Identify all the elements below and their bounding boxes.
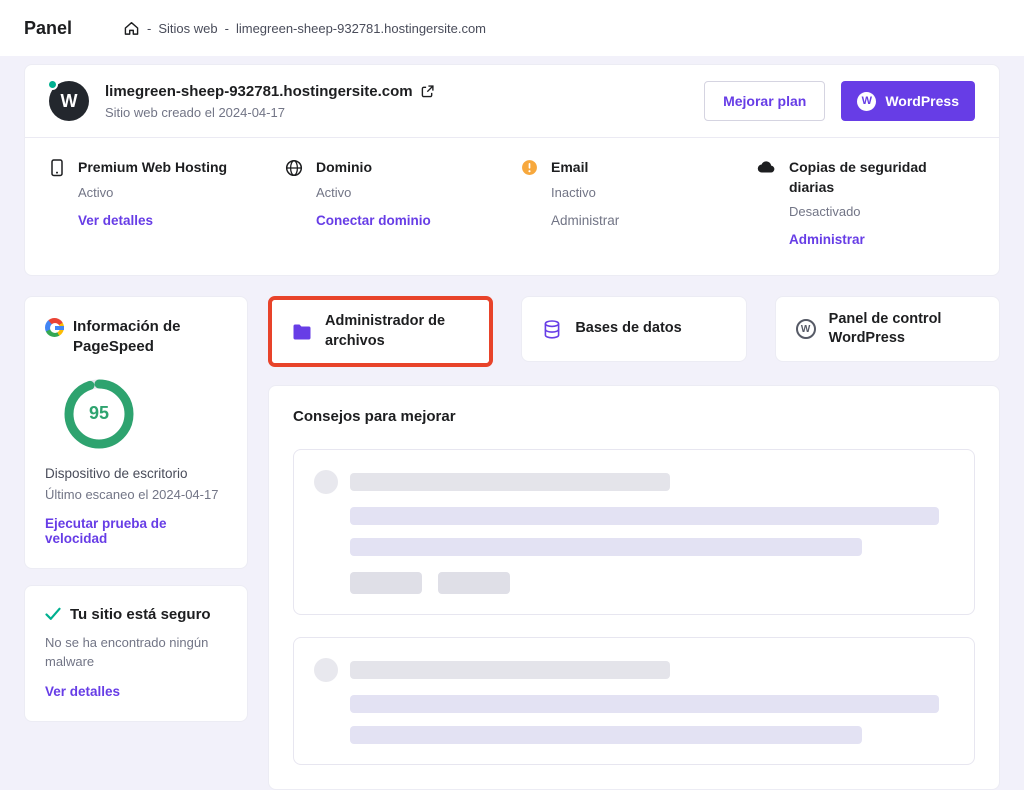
online-status-dot [47, 79, 58, 90]
external-link-icon[interactable] [421, 85, 434, 98]
security-card: Tu sitio está seguro No se ha encontrado… [24, 585, 248, 722]
annotation-highlight-box: Administrador de archivos [268, 296, 493, 367]
skeleton-line [350, 695, 939, 713]
service-action-link[interactable]: Conectar dominio [316, 213, 431, 228]
service-action-link[interactable]: Ver detalles [78, 213, 153, 228]
folder-icon [292, 323, 312, 341]
pagespeed-last-scan: Último escaneo el 2024-04-17 [45, 487, 227, 502]
skeleton-circle [314, 658, 338, 682]
check-icon [45, 607, 61, 621]
warning-icon [521, 159, 538, 176]
skeleton-circle [314, 470, 338, 494]
quick-link-label: Bases de datos [575, 319, 681, 339]
breadcrumb: - Sitios web - limegreen-sheep-932781.ho… [124, 21, 486, 36]
site-overview-card: W limegreen-sheep-932781.hostingersite.c… [24, 64, 1000, 276]
run-speed-test-link[interactable]: Ejecutar prueba de velocidad [45, 516, 227, 546]
site-avatar: W [49, 81, 89, 121]
service-hosting: Premium Web Hosting Activo Ver detalles [49, 158, 285, 249]
quick-links-row: Administrador de archivos Bases de datos [268, 296, 1000, 367]
service-action-link[interactable]: Administrar [789, 232, 865, 247]
google-icon [45, 318, 64, 337]
wordpress-icon: W [796, 319, 816, 339]
service-backups: Copias de seguridad diarias Desactivado … [757, 158, 975, 249]
tip-skeleton-item [293, 637, 975, 765]
topbar: Panel - Sitios web - limegreen-sheep-932… [0, 0, 1024, 56]
page-content: W limegreen-sheep-932781.hostingersite.c… [0, 56, 1024, 790]
page-title: Panel [24, 18, 72, 39]
service-title: Email [551, 158, 619, 178]
skeleton-line [350, 473, 670, 491]
skeleton-line [350, 507, 939, 525]
breadcrumb-section[interactable]: Sitios web [158, 21, 217, 36]
left-column: Información de PageSpeed 95 Dispositivo … [24, 296, 248, 722]
quick-link-label: Panel de control WordPress [829, 310, 979, 349]
globe-icon [285, 159, 303, 177]
pagespeed-card: Información de PageSpeed 95 Dispositivo … [24, 296, 248, 569]
wordpress-button[interactable]: W WordPress [841, 81, 975, 121]
services-row: Premium Web Hosting Activo Ver detalles … [25, 138, 999, 275]
pagespeed-device: Dispositivo de escritorio [45, 466, 227, 481]
site-created-text: Sitio web creado el 2024-04-17 [105, 105, 688, 120]
service-status: Desactivado [789, 204, 975, 219]
service-status: Inactivo [551, 185, 619, 200]
service-domain: Dominio Activo Conectar dominio [285, 158, 521, 249]
breadcrumb-dash-2: - [225, 21, 229, 36]
quick-link-label: Administrador de archivos [325, 312, 469, 351]
file-manager-card[interactable]: Administrador de archivos [272, 300, 489, 363]
pagespeed-score-donut: 95 [61, 376, 137, 452]
tip-skeleton-item [293, 449, 975, 615]
hosting-icon [49, 159, 65, 177]
security-title: Tu sitio está seguro [70, 606, 211, 623]
home-icon[interactable] [124, 21, 139, 36]
security-details-link[interactable]: Ver detalles [45, 684, 120, 699]
databases-card[interactable]: Bases de datos [521, 296, 746, 362]
cloud-icon [757, 159, 776, 174]
skeleton-line [350, 538, 862, 556]
wordpress-icon: W [857, 92, 876, 111]
skeleton-line [350, 726, 862, 744]
skeleton-pill [350, 572, 422, 594]
skeleton-line [350, 661, 670, 679]
pagespeed-title: Información de PageSpeed [73, 317, 227, 358]
database-icon [542, 319, 562, 340]
service-status: Activo [78, 185, 227, 200]
right-column: Administrador de archivos Bases de datos [268, 296, 1000, 790]
site-domain: limegreen-sheep-932781.hostingersite.com [105, 83, 413, 100]
service-title: Dominio [316, 158, 431, 178]
skeleton-pill [438, 572, 510, 594]
breadcrumb-dash: - [147, 21, 151, 36]
breadcrumb-domain: limegreen-sheep-932781.hostingersite.com [236, 21, 486, 36]
wordpress-button-label: WordPress [885, 93, 959, 109]
tips-card: Consejos para mejorar [268, 385, 1000, 790]
service-title: Premium Web Hosting [78, 158, 227, 178]
tips-title: Consejos para mejorar [293, 408, 975, 425]
wordpress-dashboard-card[interactable]: W Panel de control WordPress [775, 296, 1000, 362]
pagespeed-score: 95 [61, 376, 137, 452]
service-email: Email Inactivo Administrar [521, 158, 757, 249]
service-action-link[interactable]: Administrar [551, 213, 619, 228]
security-description: No se ha encontrado ningún malware [45, 633, 227, 672]
service-title: Copias de seguridad diarias [789, 158, 975, 197]
upgrade-plan-button[interactable]: Mejorar plan [704, 81, 825, 121]
service-status: Activo [316, 185, 431, 200]
